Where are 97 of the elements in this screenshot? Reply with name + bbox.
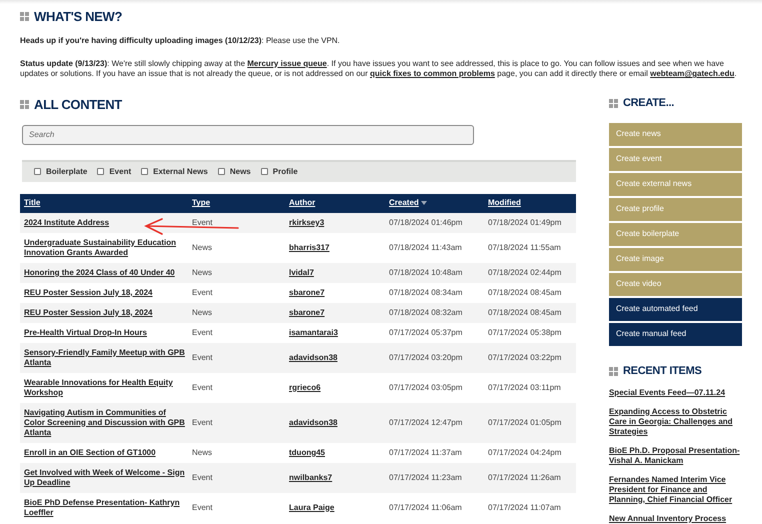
filter-label: Event <box>109 166 132 176</box>
type-cell: Event <box>192 502 212 512</box>
title-link[interactable]: REU Poster Session July 18, 2024 <box>24 308 153 318</box>
date-cell: 07/17/2024 03:22pm <box>488 352 562 362</box>
filter-label: News <box>230 166 251 176</box>
column-header[interactable]: Created <box>389 198 427 208</box>
create-button[interactable]: Create manual feed <box>608 322 742 346</box>
author-link[interactable]: tduong45 <box>289 448 325 458</box>
filter-label: Profile <box>272 166 298 176</box>
date-cell: 07/18/2024 11:43am <box>389 242 462 252</box>
author-link[interactable]: isamantarai3 <box>289 328 338 338</box>
inline-link[interactable]: webteam@gatech.edu <box>650 69 734 78</box>
date-cell: 07/17/2024 11:07am <box>488 502 561 512</box>
author-link[interactable]: rgrieco6 <box>289 382 321 392</box>
grid-icon <box>608 98 618 108</box>
author-link[interactable]: Laura Paige <box>289 502 334 512</box>
title-link[interactable]: Pre-Health Virtual Drop-In Hours <box>24 328 147 338</box>
type-cell: News <box>192 268 212 278</box>
type-cell: Event <box>192 218 212 228</box>
date-cell: 07/17/2024 03:05pm <box>389 382 462 392</box>
title-link[interactable]: REU Poster Session July 18, 2024 <box>24 288 153 298</box>
date-cell: 07/18/2024 08:34am <box>389 288 462 298</box>
column-header[interactable]: Title <box>24 198 40 208</box>
filter-label: External News <box>153 166 208 176</box>
grid-icon <box>608 366 618 376</box>
title-link[interactable]: Navigating Autism in Communities of Color Screening and Discussion with GPB Atlanta <box>24 408 186 438</box>
filter-checkbox[interactable] <box>34 168 41 175</box>
column-header[interactable]: Author <box>289 198 316 208</box>
title-link[interactable]: Undergraduate Sustainability Education Innovation Grants Awarded <box>24 238 186 258</box>
recent-item-link[interactable]: Special Events Feed—07.11.24 <box>608 388 742 398</box>
grid-icon <box>20 12 29 21</box>
title-link[interactable]: BioE PhD Defense Presentation- Kathryn Loeffler <box>24 498 186 518</box>
recent-item-link[interactable]: BioE Ph.D. Proposal Presentation- Vishal A. Manickam <box>608 446 742 466</box>
filter-checkbox[interactable] <box>141 168 148 175</box>
date-cell: 07/17/2024 03:11pm <box>488 382 561 392</box>
author-link[interactable]: nwilbanks7 <box>289 472 332 482</box>
grid-icon <box>20 100 29 108</box>
type-cell: Event <box>192 352 212 362</box>
date-cell: 07/18/2024 10:48am <box>389 268 462 278</box>
recent-item-link[interactable]: New Annual Inventory Process <box>608 514 742 524</box>
sort-descending-icon <box>420 201 427 205</box>
title-link[interactable]: 2024 Institute Address <box>24 218 110 228</box>
author-link[interactable]: lvidal7 <box>289 268 314 278</box>
section-heading: RECENT ITEMS <box>622 366 702 376</box>
section-heading: CREATE... <box>622 98 674 108</box>
notice-paragraph: Status update (9/13/23): We're still slowly chipping away at the Mercury issue queue. If you have issues you want to see addressed, this is place to go. You can follow issues and see when we have updates or solutions. If you have an issue that is not already the queue, or is not addressed on our quick fixes to common problems page, you can add it directly there or email webteam@gatech.edu. <box>20 58 738 80</box>
section-heading: ALL CONTENT <box>34 98 122 110</box>
date-cell: 07/18/2024 01:49pm <box>488 218 562 228</box>
filter-label: Boilerplate <box>46 166 88 176</box>
inline-link[interactable]: quick fixes to common problems <box>370 69 495 78</box>
date-cell: 07/17/2024 05:37pm <box>389 328 462 338</box>
recent-item-link[interactable]: Expanding Access to Obstetric Care in Georgia: Challenges and Strategies <box>608 406 742 436</box>
title-link[interactable]: Honoring the 2024 Class of 40 Under 40 <box>24 268 175 278</box>
date-cell: 07/18/2024 08:32am <box>389 308 462 318</box>
type-cell: Event <box>192 382 212 392</box>
recent-item-link[interactable]: Fernandes Named Interim Vice President for Finance and Planning, Chief Financial Officer <box>608 474 742 504</box>
date-cell: 07/17/2024 11:23am <box>389 472 462 482</box>
author-link[interactable]: sbarone7 <box>289 288 325 298</box>
date-cell: 07/18/2024 11:55am <box>488 242 561 252</box>
date-cell: 07/17/2024 04:24pm <box>488 448 562 458</box>
date-cell: 07/17/2024 11:06am <box>389 502 462 512</box>
title-link[interactable]: Wearable Innovations for Health Equity Workshop <box>24 378 186 398</box>
date-cell: 07/18/2024 08:45am <box>488 308 562 318</box>
type-cell: News <box>192 448 212 458</box>
title-link[interactable]: Enroll in an OIE Section of GT1000 <box>24 448 156 458</box>
title-link[interactable]: Sensory-Friendly Family Meetup with GPB Atlanta <box>24 348 186 368</box>
author-link[interactable]: bharris317 <box>289 242 330 252</box>
filter-checkbox[interactable] <box>260 168 268 175</box>
create-button[interactable]: Create automated feed <box>608 298 742 320</box>
date-cell: 07/17/2024 05:38pm <box>488 328 562 338</box>
type-cell: News <box>192 242 212 252</box>
author-link[interactable]: adavidson38 <box>289 352 338 362</box>
date-cell: 07/17/2024 01:05pm <box>488 418 562 428</box>
filter-checkbox[interactable] <box>97 168 104 175</box>
date-cell: 07/17/2024 12:47pm <box>389 418 462 428</box>
title-link[interactable]: Get Involved with Week of Welcome - Sign Up Deadline <box>24 468 186 488</box>
type-cell: Event <box>192 418 212 428</box>
author-link[interactable]: sbarone7 <box>289 308 325 318</box>
search-field[interactable]: Search <box>22 124 474 144</box>
column-header[interactable]: Modified <box>488 198 521 208</box>
date-cell: 07/17/2024 11:26am <box>488 472 561 482</box>
date-cell: 07/18/2024 02:44pm <box>488 268 562 278</box>
date-cell: 07/18/2024 08:45am <box>488 288 562 298</box>
date-cell: 07/17/2024 11:37am <box>389 448 462 458</box>
type-cell: Event <box>192 288 212 298</box>
filter-checkbox[interactable] <box>218 168 225 175</box>
date-cell: 07/18/2024 01:46pm <box>389 218 462 228</box>
type-cell: Event <box>192 472 212 482</box>
section-heading: WHAT'S NEW? <box>34 10 122 23</box>
type-cell: Event <box>192 328 212 338</box>
type-cell: News <box>192 308 212 318</box>
date-cell: 07/17/2024 03:20pm <box>389 352 462 362</box>
notice-paragraph: Heads up if you're having difficulty uploading images (10/12/23): Please use the VPN. <box>20 36 341 46</box>
author-link[interactable]: rkirksey3 <box>289 218 324 228</box>
author-link[interactable]: adavidson38 <box>289 418 338 428</box>
inline-link[interactable]: Mercury issue queue <box>247 58 327 68</box>
column-header[interactable]: Type <box>192 198 210 208</box>
